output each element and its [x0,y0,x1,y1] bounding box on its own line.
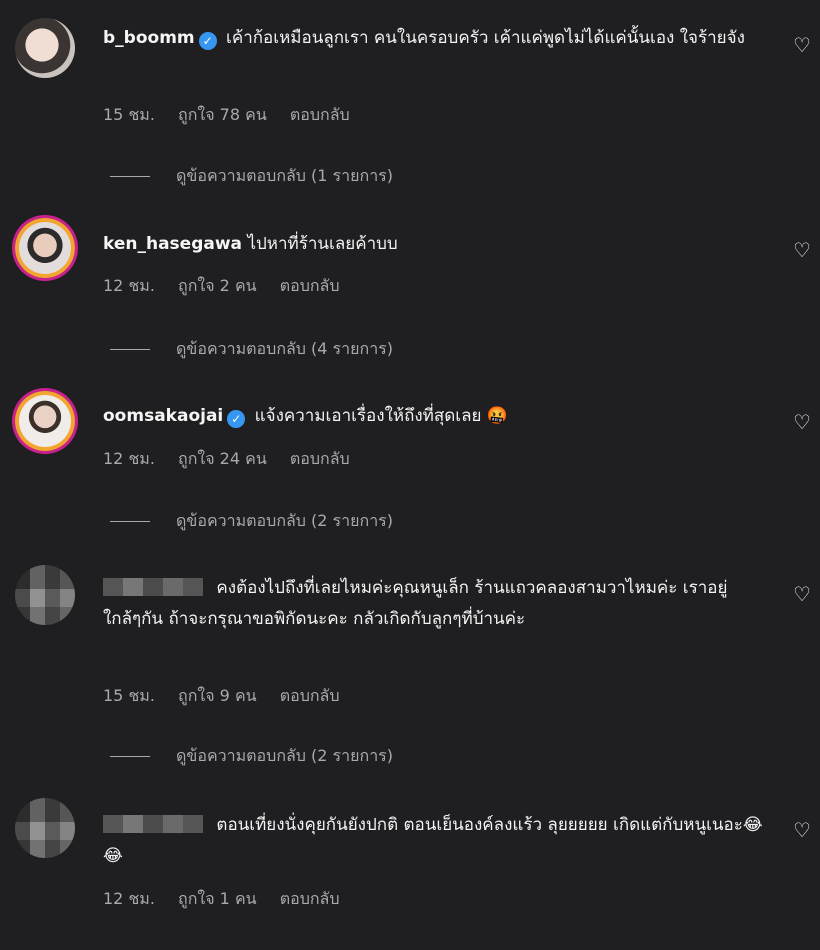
heart-outline-icon[interactable]: ♡ [790,410,814,434]
reply-button[interactable]: ตอบกลับ [290,105,350,124]
reply-button[interactable]: ตอบกลับ [280,686,340,705]
replies-divider [110,176,150,177]
comment-time: 15 ชม. [103,686,155,705]
comment-time: 12 ชม. [103,276,155,295]
comment-time: 12 ชม. [103,449,155,468]
comment-meta: 15 ชม. ถูกใจ 78 คน ตอบกลับ [103,103,368,128]
heart-outline-icon[interactable]: ♡ [790,818,814,842]
verified-badge-icon: ✓ [198,32,217,50]
replies-divider [110,349,150,350]
comment-time: 12 ชม. [103,889,155,908]
username[interactable]: ken_hasegawa [103,234,242,254]
reply-button[interactable]: ตอบกลับ [280,276,340,295]
heart-outline-icon[interactable]: ♡ [790,33,814,57]
comment-text: ไปหาที่ร้านเลยค้าบบ [247,234,398,254]
view-replies-label: ดูข้อความตอบกลับ (1 รายการ) [176,166,394,185]
view-replies-button[interactable]: ดูข้อความตอบกลับ (2 รายการ) [110,744,393,769]
view-replies-button[interactable]: ดูข้อความตอบกลับ (4 รายการ) [110,337,393,362]
username-blurred[interactable] [103,578,203,596]
avatar[interactable] [15,798,75,858]
like-count[interactable]: ถูกใจ 24 คน [178,449,267,468]
like-count[interactable]: ถูกใจ 1 คน [178,889,257,908]
view-replies-label: ดูข้อความตอบกลับ (2 รายการ) [176,511,394,530]
replies-divider [110,756,150,757]
heart-outline-icon[interactable]: ♡ [790,582,814,606]
heart-outline-icon[interactable]: ♡ [790,238,814,262]
username-blurred[interactable] [103,815,203,833]
verified-badge-icon: ✓ [227,410,246,428]
replies-divider [110,521,150,522]
comment-meta: 12 ชม. ถูกใจ 1 คน ตอบกลับ [103,887,358,912]
comment-meta: 12 ชม. ถูกใจ 24 คน ตอบกลับ [103,447,368,472]
username[interactable]: oomsakaojai [103,406,223,426]
comment-text: แจ้งความเอาเรื่องให้ถึงที่สุดเลย 🤬 [254,406,509,426]
avatar[interactable] [15,565,75,625]
reply-button[interactable]: ตอบกลับ [280,889,340,908]
comment-text: เค้าก้อเหมือนลูกเรา คนในครอบครัว เค้าแค่… [226,28,745,48]
view-replies-label: ดูข้อความตอบกลับ (2 รายการ) [176,746,394,765]
avatar[interactable] [15,18,75,78]
view-replies-label: ดูข้อความตอบกลับ (4 รายการ) [176,339,394,358]
comment-meta: 12 ชม. ถูกใจ 2 คน ตอบกลับ [103,274,358,299]
avatar[interactable] [15,218,75,278]
comment-time: 15 ชม. [103,105,155,124]
like-count[interactable]: ถูกใจ 2 คน [178,276,257,295]
like-count[interactable]: ถูกใจ 9 คน [178,686,257,705]
username[interactable]: b_boomm [103,28,195,48]
reply-button[interactable]: ตอบกลับ [290,449,350,468]
comment-meta: 15 ชม. ถูกใจ 9 คน ตอบกลับ [103,684,358,709]
avatar[interactable] [15,391,75,451]
view-replies-button[interactable]: ดูข้อความตอบกลับ (2 รายการ) [110,509,393,534]
like-count[interactable]: ถูกใจ 78 คน [178,105,267,124]
view-replies-button[interactable]: ดูข้อความตอบกลับ (1 รายการ) [110,164,393,189]
